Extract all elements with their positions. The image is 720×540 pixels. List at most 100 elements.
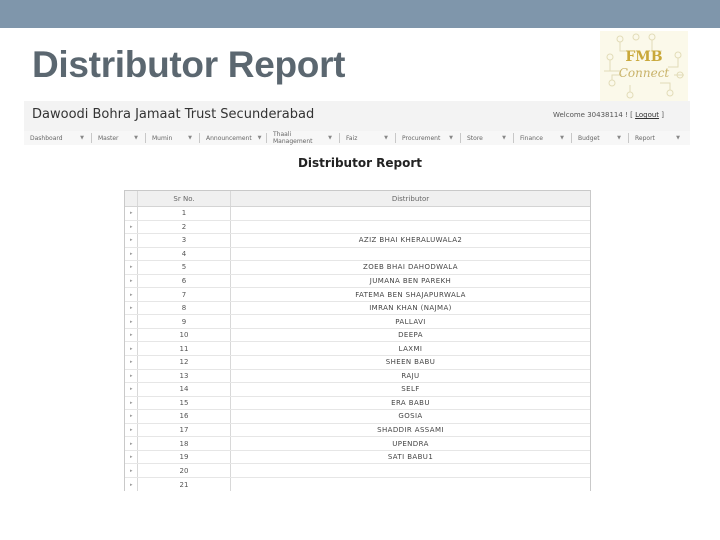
- cell-sr-no: 2: [138, 220, 231, 234]
- column-header-distributor[interactable]: Distributor: [231, 191, 590, 206]
- caret-down-icon: ▼: [676, 135, 680, 141]
- caret-down-icon: ▼: [502, 135, 506, 141]
- report-heading: Distributor Report: [297, 156, 423, 170]
- table-row[interactable]: ▸ 13 RAJU: [125, 369, 590, 384]
- cell-sr-no: 6: [138, 274, 231, 288]
- nav-item-announcement[interactable]: Announcement ▼: [200, 133, 267, 143]
- table-row[interactable]: ▸ 21: [125, 477, 590, 492]
- nav-item-finance[interactable]: Finance ▼: [514, 133, 572, 143]
- nav-item-dashboard[interactable]: Dashboard ▼: [24, 133, 92, 143]
- nav-label: Dashboard: [30, 134, 63, 142]
- row-expander-icon[interactable]: ▸: [125, 450, 138, 464]
- cell-sr-no: 21: [138, 477, 231, 492]
- fmb-connect-logo: FMB Connect: [600, 31, 688, 101]
- table-row[interactable]: ▸ 12 SHEEN BABU: [125, 356, 590, 370]
- cell-distributor: IMRAN KHAN (NAJMA): [369, 304, 452, 313]
- app-header: Dawoodi Bohra Jamaat Trust Secunderabad …: [24, 101, 690, 131]
- cell-sr-no: 9: [138, 315, 231, 328]
- caret-down-icon: ▼: [328, 135, 332, 141]
- cell-sr-no: 20: [138, 464, 231, 477]
- table-row[interactable]: ▸ 19 SATI BABU1: [125, 450, 590, 465]
- row-expander-icon[interactable]: ▸: [125, 410, 138, 423]
- table-row[interactable]: ▸ 15 ERA BABU: [125, 396, 590, 411]
- cell-sr-no: 1: [138, 207, 231, 220]
- table-row[interactable]: ▸ 2: [125, 220, 590, 235]
- caret-down-icon: ▼: [560, 135, 564, 141]
- table-row[interactable]: ▸ 9 PALLAVI: [125, 315, 590, 329]
- caret-down-icon: ▼: [617, 135, 621, 141]
- row-expander-icon[interactable]: ▸: [125, 423, 138, 437]
- row-expander-icon[interactable]: ▸: [125, 464, 138, 477]
- welcome-text: Welcome 30438114 ! [: [552, 111, 636, 119]
- cell-distributor: [231, 478, 590, 492]
- nav-item-store[interactable]: Store ▼: [461, 133, 514, 143]
- row-expander-icon[interactable]: ▸: [125, 247, 138, 261]
- welcome-message: Welcome 30438114 ! [ Logout ]: [553, 111, 664, 119]
- table-row[interactable]: ▸ 5 ZOEB BHAI DAHODWALA: [125, 261, 590, 275]
- cell-sr-no: 8: [138, 301, 231, 315]
- table-row[interactable]: ▸ 8 IMRAN KHAN (NAJMA): [125, 301, 590, 316]
- nav-item-faiz[interactable]: Faiz ▼: [340, 133, 396, 143]
- table-row[interactable]: ▸ 14 SELF: [125, 383, 590, 397]
- logout-link[interactable]: Logout: [635, 111, 659, 119]
- nav-item-mumin[interactable]: Mumin ▼: [146, 133, 200, 143]
- cell-sr-no: 18: [138, 437, 231, 450]
- table-row[interactable]: ▸ 1: [125, 207, 590, 221]
- row-expander-icon[interactable]: ▸: [125, 301, 138, 315]
- row-expander-icon[interactable]: ▸: [125, 328, 138, 342]
- row-expander-icon[interactable]: ▸: [125, 356, 138, 369]
- cell-sr-no: 3: [138, 234, 231, 247]
- nav-label: Faiz: [346, 134, 358, 142]
- row-expander-icon[interactable]: ▸: [125, 477, 138, 492]
- nav-item-report[interactable]: Report ▼: [629, 133, 687, 143]
- row-expander-icon[interactable]: ▸: [125, 234, 138, 247]
- row-expander-icon[interactable]: ▸: [125, 274, 138, 288]
- cell-distributor: RAJU: [401, 371, 420, 380]
- row-expander-icon[interactable]: ▸: [125, 342, 138, 356]
- table-row[interactable]: ▸ 16 GOSIA: [125, 410, 590, 424]
- cell-distributor: [231, 464, 590, 477]
- column-header-sr-no[interactable]: Sr No.: [138, 191, 231, 206]
- cell-distributor: GOSIA: [398, 412, 423, 421]
- slide-title: Distributor Report: [32, 44, 346, 85]
- cell-distributor: [231, 221, 590, 234]
- cell-sr-no: 11: [138, 342, 231, 356]
- caret-down-icon: ▼: [80, 135, 84, 141]
- row-expander-icon[interactable]: ▸: [125, 315, 138, 328]
- table-row[interactable]: ▸ 10 DEEPA: [125, 328, 590, 343]
- nav-item-thaali-management[interactable]: Thaali Management ▼: [267, 131, 340, 145]
- row-expander-icon[interactable]: ▸: [125, 437, 138, 450]
- row-expander-icon[interactable]: ▸: [125, 383, 138, 396]
- row-expander-icon[interactable]: ▸: [125, 220, 138, 234]
- table-row[interactable]: ▸ 11 LAXMI: [125, 342, 590, 357]
- nav-label: Finance: [520, 134, 543, 142]
- main-nav: Dashboard ▼ Master ▼ Mumin ▼ Announcement ▼ …: [24, 131, 690, 145]
- nav-item-procurement[interactable]: Procurement ▼: [396, 133, 461, 143]
- cell-sr-no: 12: [138, 356, 231, 369]
- table-row[interactable]: ▸ 6 JUMANA BEN PAREKH: [125, 274, 590, 289]
- table-row[interactable]: ▸ 18 UPENDRA: [125, 437, 590, 451]
- distributor-table: Sr No. Distributor ▸ 1 ▸ 2 ▸ 3 AZIZ BHAI KHERA…: [124, 190, 591, 492]
- cell-sr-no: 13: [138, 369, 231, 383]
- caret-down-icon: ▼: [257, 135, 262, 141]
- table-row[interactable]: ▸ 4: [125, 247, 590, 262]
- table-row[interactable]: ▸ 17 SHADDIR ASSAMI: [125, 423, 590, 438]
- table-row[interactable]: ▸ 7 FATEMA BEN SHAJAPURWALA: [125, 288, 590, 302]
- cell-distributor: [231, 248, 590, 261]
- row-expander-icon[interactable]: ▸: [125, 396, 138, 410]
- row-expander-icon[interactable]: ▸: [125, 261, 138, 274]
- logo-fmb-text: FMB: [625, 49, 663, 65]
- cell-distributor: UPENDRA: [392, 439, 429, 448]
- nav-label: Thaali Management: [273, 131, 313, 145]
- table-row[interactable]: ▸ 20: [125, 464, 590, 478]
- nav-item-budget[interactable]: Budget ▼: [572, 133, 629, 143]
- app-name: Dawoodi Bohra Jamaat Trust Secunderabad: [32, 107, 315, 122]
- cell-sr-no: 19: [138, 450, 231, 464]
- row-expander-icon[interactable]: ▸: [125, 207, 138, 220]
- row-expander-icon[interactable]: ▸: [125, 369, 138, 383]
- cell-distributor: SHADDIR ASSAMI: [377, 426, 444, 435]
- table-row[interactable]: ▸ 3 AZIZ BHAI KHERALUWALA2: [125, 234, 590, 248]
- row-expander-icon[interactable]: ▸: [125, 288, 138, 301]
- nav-item-master[interactable]: Master ▼: [92, 133, 146, 143]
- cell-sr-no: 10: [138, 328, 231, 342]
